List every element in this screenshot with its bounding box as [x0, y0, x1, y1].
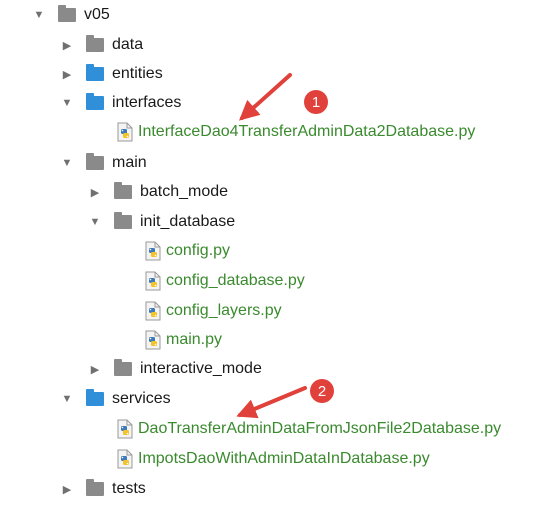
python-file-icon: [144, 301, 162, 321]
tree-item-interfaces[interactable]: ▼ interfaces: [60, 89, 181, 117]
folder-label: main: [112, 154, 147, 171]
folder-label: services: [112, 390, 171, 407]
chevron-down-icon[interactable]: ▼: [60, 156, 74, 170]
python-file-icon: [144, 271, 162, 291]
folder-label: init_database: [140, 213, 236, 230]
file-label: config_database.py: [166, 272, 305, 289]
file-label: config_layers.py: [166, 302, 282, 319]
chevron-right-icon[interactable]: ▶: [88, 185, 102, 199]
tree-item-dao-transfer[interactable]: DaoTransferAdminDataFromJsonFile2Databas…: [116, 415, 501, 443]
folder-icon: [114, 212, 132, 229]
folder-label: data: [112, 36, 144, 53]
tree-item-batch-mode[interactable]: ▶ batch_mode: [88, 178, 228, 206]
folder-label: batch_mode: [140, 183, 229, 200]
chevron-down-icon[interactable]: ▼: [88, 215, 102, 229]
tree-item-config[interactable]: config.py: [144, 237, 230, 265]
chevron-down-icon[interactable]: ▼: [60, 392, 74, 406]
tree-item-main-py[interactable]: main.py: [144, 326, 222, 354]
python-file-icon: [116, 449, 134, 469]
python-file-icon: [116, 419, 134, 439]
folder-icon: [58, 5, 76, 22]
file-label: DaoTransferAdminDataFromJsonFile2Databas…: [138, 420, 502, 437]
tree-item-interface-file[interactable]: InterfaceDao4TransferAdminData2Database.…: [116, 118, 475, 146]
chevron-down-icon[interactable]: ▼: [32, 8, 46, 22]
tree-item-tests[interactable]: ▶ tests: [60, 475, 146, 503]
folder-label: tests: [112, 480, 146, 497]
tree-item-main[interactable]: ▼ main: [60, 149, 147, 177]
tree-item-v05[interactable]: ▼ v05: [32, 1, 110, 29]
file-label: InterfaceDao4TransferAdminData2Database.…: [138, 123, 476, 140]
file-label: config.py: [166, 242, 231, 259]
folder-icon: [86, 93, 104, 110]
file-label: ImpotsDaoWithAdminDataInDatabase.py: [138, 450, 430, 467]
folder-icon: [114, 359, 132, 376]
folder-label: v05: [84, 6, 110, 23]
tree-item-data[interactable]: ▶ data: [60, 31, 143, 59]
python-file-icon: [144, 330, 162, 350]
tree-item-config-layers[interactable]: config_layers.py: [144, 297, 282, 325]
chevron-right-icon[interactable]: ▶: [60, 38, 74, 52]
tree-item-entities[interactable]: ▶ entities: [60, 60, 163, 88]
folder-label: entities: [112, 65, 163, 82]
folder-icon: [114, 182, 132, 199]
python-file-icon: [144, 241, 162, 261]
chevron-down-icon[interactable]: ▼: [60, 96, 74, 110]
folder-icon: [86, 35, 104, 52]
project-tree: ▼ v05 ▶ data ▶ entities ▼ interfaces Int…: [0, 0, 559, 509]
file-label: main.py: [166, 331, 223, 348]
folder-icon: [86, 153, 104, 170]
folder-icon: [86, 64, 104, 81]
folder-icon: [86, 389, 104, 406]
folder-label: interfaces: [112, 94, 182, 111]
tree-item-services[interactable]: ▼ services: [60, 385, 171, 413]
folder-icon: [86, 479, 104, 496]
python-file-icon: [116, 122, 134, 142]
chevron-right-icon[interactable]: ▶: [60, 67, 74, 81]
tree-item-config-database[interactable]: config_database.py: [144, 267, 305, 295]
tree-item-init-database[interactable]: ▼ init_database: [88, 208, 235, 236]
tree-item-interactive-mode[interactable]: ▶ interactive_mode: [88, 355, 262, 383]
tree-item-impots-dao[interactable]: ImpotsDaoWithAdminDataInDatabase.py: [116, 445, 430, 473]
folder-label: interactive_mode: [140, 360, 262, 377]
chevron-right-icon[interactable]: ▶: [60, 482, 74, 496]
chevron-right-icon[interactable]: ▶: [88, 362, 102, 376]
